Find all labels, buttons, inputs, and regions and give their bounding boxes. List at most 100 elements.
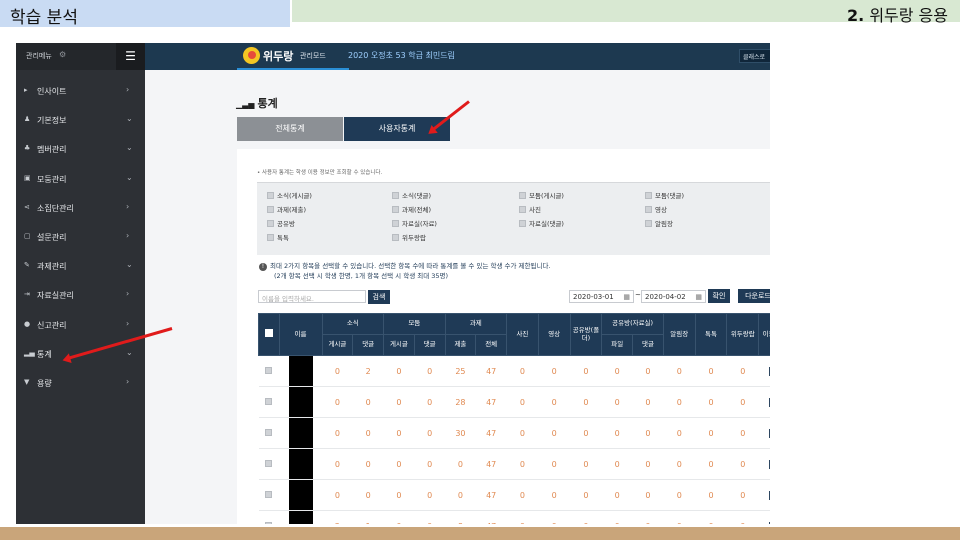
stat-cell: 0 [570, 417, 602, 449]
checkbox-icon[interactable] [645, 206, 652, 213]
checkbox-icon[interactable] [519, 192, 526, 199]
filter-checkbox[interactable]: 알림장 [645, 218, 673, 228]
checkbox-icon[interactable] [267, 234, 274, 241]
usage-detail-icon[interactable] [758, 448, 770, 480]
filter-checkbox[interactable]: 과제(제출) [267, 204, 306, 214]
row-checkbox[interactable] [258, 448, 279, 480]
sidebar-item[interactable]: ✎ 과제관리 ⌄ [16, 252, 145, 281]
usage-detail-icon[interactable] [758, 510, 770, 524]
checkbox-icon[interactable] [392, 234, 399, 241]
checkbox-icon[interactable] [267, 220, 274, 227]
filter-checkbox[interactable]: 사진 [519, 204, 541, 214]
stat-cell: 0 [445, 479, 476, 511]
stat-cell: 0 [601, 479, 633, 511]
usage-detail-icon[interactable] [758, 386, 770, 418]
sidebar-item[interactable]: ▼ 용량 › [16, 369, 145, 398]
checkbox-icon[interactable] [645, 220, 652, 227]
sidebar-item[interactable]: ♟ 기본정보 ⌄ [16, 106, 145, 135]
menu-toggle-icon[interactable]: ☰ [116, 43, 145, 70]
stat-cell: 0 [322, 417, 353, 449]
filter-checkbox[interactable]: 공유방 [267, 218, 295, 228]
row-checkbox[interactable] [258, 417, 279, 449]
checkbox-icon[interactable] [267, 192, 274, 199]
filter-label: 사진 [529, 206, 541, 214]
row-checkbox[interactable] [258, 355, 279, 387]
row-checkbox[interactable] [258, 510, 279, 524]
sub-task-submit: 제출 [444, 334, 477, 356]
table-row[interactable]: 0 0 0 0 0 47 0 0 0 0 0 0 0 0 [258, 479, 770, 511]
chevron-icon: › [126, 318, 130, 328]
stat-cell: 0 [506, 448, 539, 480]
checkbox-icon[interactable] [392, 206, 399, 213]
stat-cell: 0 [632, 448, 664, 480]
usage-detail-icon[interactable] [758, 417, 770, 449]
usage-detail-icon[interactable] [758, 479, 770, 511]
table-row[interactable]: 210084700000000 [258, 510, 770, 524]
filter-checkbox[interactable]: 위두랑랍 [392, 232, 426, 242]
stat-cell: 28 [445, 386, 476, 418]
filter-checkbox[interactable]: 모둠(댓글) [645, 190, 684, 200]
sidebar-item[interactable]: ⇥ 자료실관리 › [16, 281, 145, 310]
checkbox-icon[interactable] [392, 192, 399, 199]
calendar-icon[interactable]: ▦ [695, 293, 702, 301]
sub-news-comment: 댓글 [352, 334, 385, 356]
stat-cell: 0 [695, 479, 727, 511]
filter-checkbox[interactable]: 톡톡 [267, 232, 289, 242]
stat-cell: 47 [475, 386, 507, 418]
checkbox-icon[interactable] [519, 220, 526, 227]
stat-cell: 0 [663, 417, 696, 449]
tab-all-stats[interactable]: 전체통계 [237, 117, 343, 141]
row-checkbox[interactable] [258, 479, 279, 511]
col-time: 이용시간 [758, 313, 770, 356]
table-row[interactable]: 0 0 0 0 28 47 0 0 0 0 0 0 0 0 [258, 386, 770, 418]
calendar-icon[interactable]: ▦ [623, 293, 630, 301]
sidebar-item[interactable]: ▸ 인사이트 › [16, 77, 145, 106]
stat-cell: 0 [383, 417, 415, 449]
sidebar-item[interactable]: ⋖ 소집단관리 › [16, 194, 145, 223]
search-button[interactable]: 검색 [368, 290, 390, 304]
checkbox-icon[interactable] [645, 192, 652, 199]
date-to-field[interactable]: 2020-04-02 ▦ [641, 290, 706, 303]
sidebar-item[interactable]: ♣ 멤버관리 ⌄ [16, 135, 145, 164]
warning-text: 최대 2가지 항목을 선택할 수 있습니다. 선택한 항목 수에 따라 통계를 … [270, 262, 551, 270]
filter-label: 모둠(댓글) [655, 192, 684, 200]
filter-checkbox[interactable]: 소식(게시글) [267, 190, 312, 200]
row-checkbox[interactable] [258, 386, 279, 418]
stat-cell: 0 [632, 479, 664, 511]
checkbox-icon[interactable] [267, 206, 274, 213]
filter-checkbox[interactable]: 자료실(자료) [392, 218, 437, 228]
date-from-field[interactable]: 2020-03-01 ▦ [569, 290, 634, 303]
stat-cell: 0 [506, 479, 539, 511]
table-row[interactable]: 0 0 0 0 30 47 0 0 0 0 0 0 0 0 [258, 417, 770, 449]
sidebar-item[interactable]: ● 신고관리 › [16, 311, 145, 340]
chevron-icon: ⌄ [126, 260, 133, 270]
sidebar-item[interactable]: ▣ 모둠관리 ⌄ [16, 165, 145, 194]
stat-cell: 0 [726, 510, 759, 524]
checkbox-icon[interactable] [392, 220, 399, 227]
sidebar-item-label: 통계 [37, 349, 52, 359]
filter-label: 톡톡 [277, 234, 289, 242]
confirm-button[interactable]: 확인 [708, 289, 730, 303]
logo[interactable]: 위두랑 [263, 48, 293, 64]
filter-checkbox[interactable]: 자료실(댓글) [519, 218, 564, 228]
gear-icon[interactable]: ⚙ [59, 50, 66, 59]
search-input[interactable]: 이름을 입력하세요. [258, 290, 366, 303]
download-button[interactable]: 다운로드 [738, 289, 770, 303]
filter-checkbox[interactable]: 소식(댓글) [392, 190, 431, 200]
select-all-checkbox[interactable] [258, 313, 280, 356]
usage-detail-icon[interactable] [758, 355, 770, 387]
user-icon: ♟ [24, 115, 31, 124]
stat-cell: 0 [695, 510, 727, 524]
sidebar-item[interactable]: ▢ 설문관리 › [16, 223, 145, 252]
filter-checkbox[interactable]: 모둠(게시글) [519, 190, 564, 200]
table-row[interactable]: 0 2 0 0 25 47 0 0 0 0 0 0 0 0 [258, 355, 770, 387]
class-name[interactable]: 2020 오정초 53 학급 최민드림 [348, 50, 455, 61]
col-library: 공유방(자료실) [601, 313, 664, 335]
filter-checkbox[interactable]: 과제(전체) [392, 204, 431, 214]
table-row[interactable]: 0 0 0 0 0 47 0 0 0 0 0 0 0 0 [258, 448, 770, 480]
class-button[interactable]: 클래스로 [739, 49, 770, 63]
filter-box: 소식(게시글) 소식(댓글) 모둠(게시글) 모둠(댓글) 과제(제출) 과제(전체) 사진… [257, 182, 770, 255]
col-notice: 알림장 [662, 313, 696, 356]
checkbox-icon[interactable] [519, 206, 526, 213]
filter-checkbox[interactable]: 영상 [645, 204, 667, 214]
